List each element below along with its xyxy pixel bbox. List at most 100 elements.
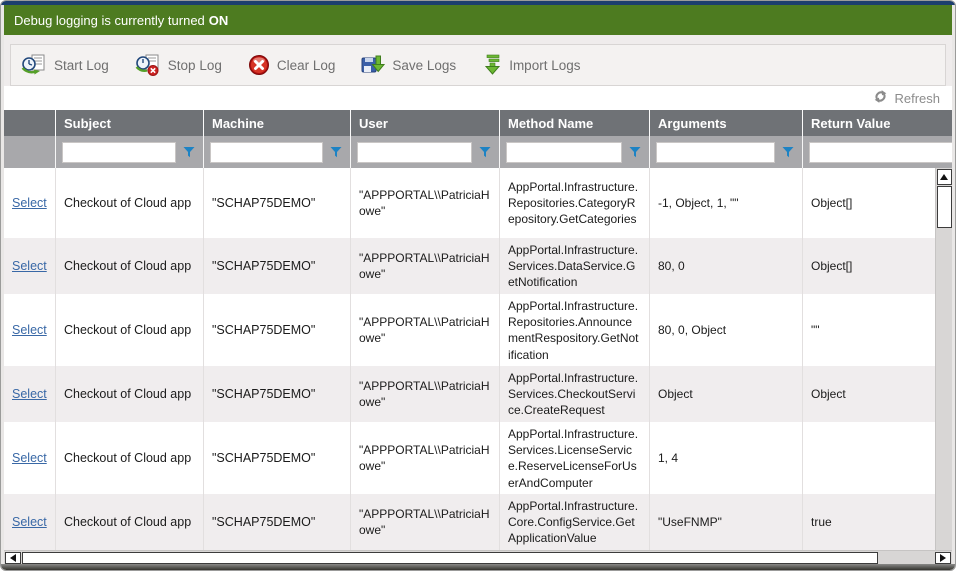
return-value-cell: Object[]	[803, 238, 935, 295]
return-value-cell: Object	[803, 366, 935, 423]
header-user[interactable]: User	[351, 110, 500, 136]
window-content: Debug logging is currently turned ON	[4, 5, 952, 564]
select-cell: Select	[4, 238, 56, 295]
header-arguments[interactable]: Arguments	[650, 110, 803, 136]
debug-log-window: Debug logging is currently turned ON	[0, 0, 956, 571]
clear-log-icon	[248, 54, 270, 76]
filter-machine-input[interactable]	[210, 142, 323, 163]
start-log-icon	[21, 54, 47, 76]
save-logs-label: Save Logs	[392, 58, 456, 73]
select-link[interactable]: Select	[12, 322, 47, 339]
save-logs-button[interactable]: Save Logs	[361, 54, 456, 76]
clear-log-button[interactable]: Clear Log	[248, 54, 336, 76]
return-value-cell: Object[]	[803, 168, 935, 238]
filter-subject-cell	[56, 136, 204, 168]
user-cell: "APPPORTAL\\PatriciaHowe"	[351, 294, 500, 367]
refresh-bar: Refresh	[4, 86, 952, 110]
subject-cell: Checkout of Cloud app	[56, 494, 204, 550]
banner-state: ON	[209, 13, 229, 28]
machine-cell: "SCHAP75DEMO"	[204, 238, 351, 295]
subject-cell: Checkout of Cloud app	[56, 422, 204, 495]
select-cell: Select	[4, 294, 56, 367]
filter-method-funnel-icon[interactable]	[627, 144, 643, 160]
right-arrow-icon	[940, 554, 946, 562]
grid-filter-row	[4, 136, 952, 168]
table-row: Select Checkout of Cloud app "SCHAP75DEM…	[4, 494, 935, 550]
method-cell: AppPortal.Infrastructure.Core.ConfigServ…	[500, 494, 650, 550]
scroll-up-button[interactable]	[937, 169, 952, 185]
table-row: Select Checkout of Cloud app "SCHAP75DEM…	[4, 294, 935, 366]
header-method-name[interactable]: Method Name	[500, 110, 650, 136]
filter-method-input[interactable]	[506, 142, 622, 163]
select-cell: Select	[4, 366, 56, 423]
refresh-label: Refresh	[894, 91, 940, 106]
subject-cell: Checkout of Cloud app	[56, 294, 204, 367]
grid-header-row: Subject Machine User Method Name Argumen…	[4, 110, 952, 136]
header-machine[interactable]: Machine	[204, 110, 351, 136]
start-log-button[interactable]: Start Log	[21, 54, 109, 76]
select-link[interactable]: Select	[12, 450, 47, 467]
filter-arguments-input[interactable]	[656, 142, 775, 163]
user-cell: "APPPORTAL\\PatriciaHowe"	[351, 422, 500, 495]
select-link[interactable]: Select	[12, 195, 47, 212]
arguments-cell: 80, 0	[650, 238, 803, 295]
method-cell: AppPortal.Infrastructure.Repositories.An…	[500, 294, 650, 367]
vertical-scrollbar[interactable]	[935, 168, 952, 550]
method-cell: AppPortal.Infrastructure.Repositories.Ca…	[500, 168, 650, 238]
filter-return-cell	[803, 136, 952, 168]
filter-user-funnel-icon[interactable]	[477, 144, 493, 160]
filter-arguments-funnel-icon[interactable]	[780, 144, 796, 160]
toolbar-zone: Start Log	[4, 35, 952, 86]
filter-subject-funnel-icon[interactable]	[181, 144, 197, 160]
vertical-scroll-thumb[interactable]	[937, 186, 952, 228]
banner-text: Debug logging is currently turned	[14, 13, 205, 28]
arguments-cell: 80, 0, Object	[650, 294, 803, 367]
import-logs-icon	[482, 54, 502, 76]
scroll-right-button[interactable]	[935, 552, 951, 564]
filter-select-cell	[4, 136, 56, 168]
machine-cell: "SCHAP75DEMO"	[204, 168, 351, 238]
user-cell: "APPPORTAL\\PatriciaHowe"	[351, 168, 500, 238]
table-row: Select Checkout of Cloud app "SCHAP75DEM…	[4, 366, 935, 422]
window-bottom-shadow	[1, 564, 955, 570]
select-cell: Select	[4, 168, 56, 238]
filter-arguments-cell	[650, 136, 803, 168]
import-logs-button[interactable]: Import Logs	[482, 54, 580, 76]
filter-return-input[interactable]	[809, 142, 952, 163]
stop-log-button[interactable]: Stop Log	[135, 54, 222, 76]
up-arrow-icon	[940, 174, 948, 180]
header-select	[4, 110, 56, 136]
select-link[interactable]: Select	[12, 386, 47, 403]
machine-cell: "SCHAP75DEMO"	[204, 294, 351, 367]
log-grid: Subject Machine User Method Name Argumen…	[4, 110, 952, 564]
arguments-cell: -1, Object, 1, ""	[650, 168, 803, 238]
filter-user-input[interactable]	[357, 142, 472, 163]
select-cell: Select	[4, 494, 56, 550]
horizontal-scrollbar[interactable]	[4, 550, 952, 564]
horizontal-scroll-thumb[interactable]	[22, 552, 878, 564]
select-link[interactable]: Select	[12, 514, 47, 531]
select-link[interactable]: Select	[12, 258, 47, 275]
debug-status-banner: Debug logging is currently turned ON	[4, 5, 952, 35]
select-cell: Select	[4, 422, 56, 495]
return-value-cell: ""	[803, 294, 935, 367]
user-cell: "APPPORTAL\\PatriciaHowe"	[351, 494, 500, 550]
method-cell: AppPortal.Infrastructure.Services.DataSe…	[500, 238, 650, 295]
start-log-label: Start Log	[54, 58, 109, 73]
scroll-left-button[interactable]	[5, 552, 21, 564]
arguments-cell: Object	[650, 366, 803, 423]
header-return-value[interactable]: Return Value	[803, 110, 952, 136]
arguments-cell: "UseFNMP"	[650, 494, 803, 550]
import-logs-label: Import Logs	[509, 58, 580, 73]
filter-machine-cell	[204, 136, 351, 168]
return-value-cell: true	[803, 494, 935, 550]
method-cell: AppPortal.Infrastructure.Services.Licens…	[500, 422, 650, 495]
grid-body: Select Checkout of Cloud app "SCHAP75DEM…	[4, 168, 952, 550]
filter-subject-input[interactable]	[62, 142, 176, 163]
stop-log-label: Stop Log	[168, 58, 222, 73]
filter-machine-funnel-icon[interactable]	[328, 144, 344, 160]
method-cell: AppPortal.Infrastructure.Services.Checko…	[500, 366, 650, 423]
refresh-button[interactable]: Refresh	[873, 89, 940, 107]
machine-cell: "SCHAP75DEMO"	[204, 366, 351, 423]
header-subject[interactable]: Subject	[56, 110, 204, 136]
